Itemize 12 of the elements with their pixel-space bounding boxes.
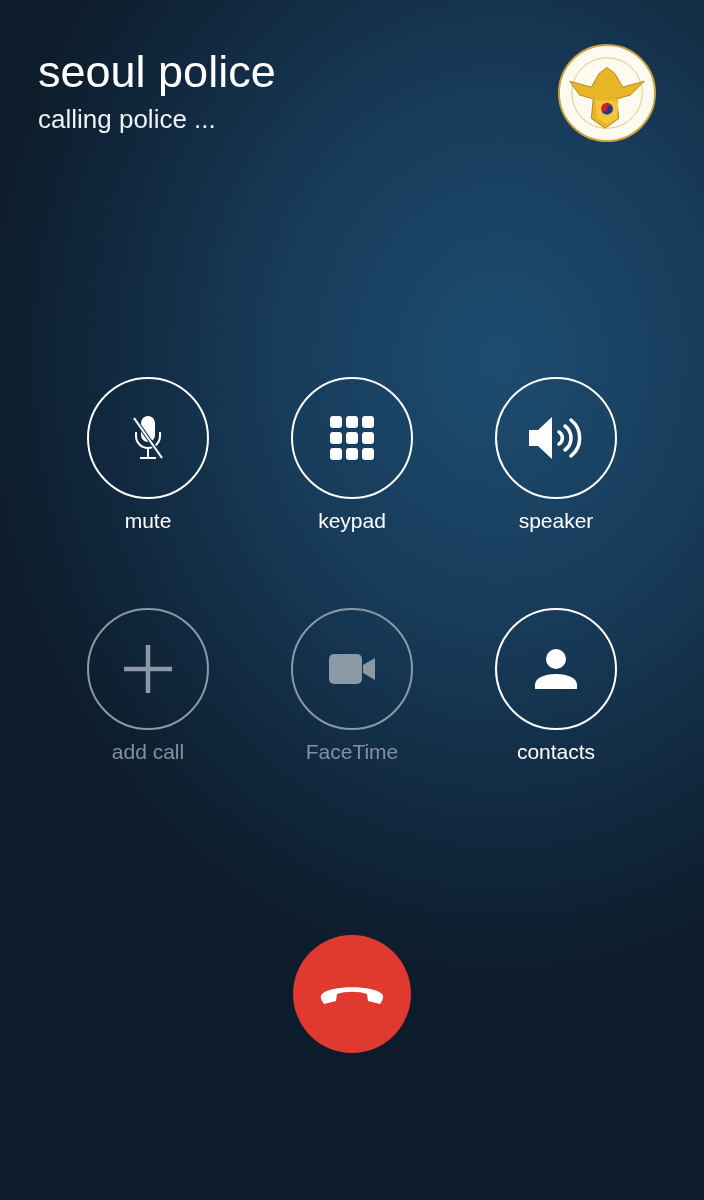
video-camera-icon bbox=[329, 654, 375, 684]
keypad-icon bbox=[330, 416, 374, 460]
option-label: add call bbox=[111, 739, 185, 765]
person-icon bbox=[535, 649, 577, 689]
caller-name: seoul police bbox=[38, 45, 276, 99]
option-label: keypad bbox=[318, 508, 386, 534]
option-label: contacts bbox=[516, 739, 596, 765]
plus-icon bbox=[124, 645, 172, 693]
option-label: FaceTime bbox=[305, 739, 399, 765]
call-status: calling police ... bbox=[38, 103, 217, 136]
option-label: mute bbox=[124, 508, 172, 534]
option-label: speaker bbox=[518, 508, 594, 534]
